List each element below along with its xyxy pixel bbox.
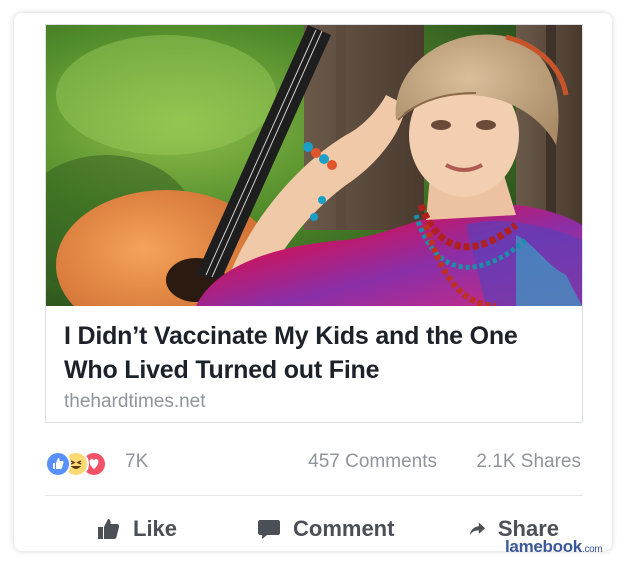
reaction-icons[interactable]	[45, 451, 125, 477]
comments-count[interactable]: 457 Comments	[308, 451, 437, 473]
article-headline[interactable]: I Didn’t Vaccinate My Kids and the One W…	[64, 319, 564, 387]
engagement-stats: 7K 457 Comments 2.1K Shares	[45, 449, 583, 479]
shares-count[interactable]: 2.1K Shares	[476, 451, 581, 473]
like-reaction-icon	[45, 451, 71, 477]
link-preview[interactable]: I Didn’t Vaccinate My Kids and the One W…	[45, 24, 583, 423]
reaction-count[interactable]: 7K	[125, 451, 148, 473]
comment-button[interactable]: Comment	[257, 511, 394, 547]
comment-bubble-icon	[258, 520, 280, 539]
watermark-main: lamebook	[505, 537, 582, 556]
share-arrow-icon	[469, 522, 486, 536]
like-button[interactable]: Like	[97, 511, 177, 547]
article-image[interactable]	[46, 25, 582, 306]
watermark-suffix: .com	[581, 544, 603, 555]
like-label: Like	[133, 516, 178, 541]
lamebook-watermark: lamebook.com	[505, 537, 603, 557]
divider	[45, 495, 583, 496]
post-card: I Didn’t Vaccinate My Kids and the One W…	[14, 13, 612, 556]
comment-label: Comment	[293, 516, 395, 541]
woman-with-guitar-photo	[46, 25, 582, 306]
article-domain: thehardtimes.net	[64, 391, 206, 412]
thumbs-up-icon	[98, 519, 120, 539]
